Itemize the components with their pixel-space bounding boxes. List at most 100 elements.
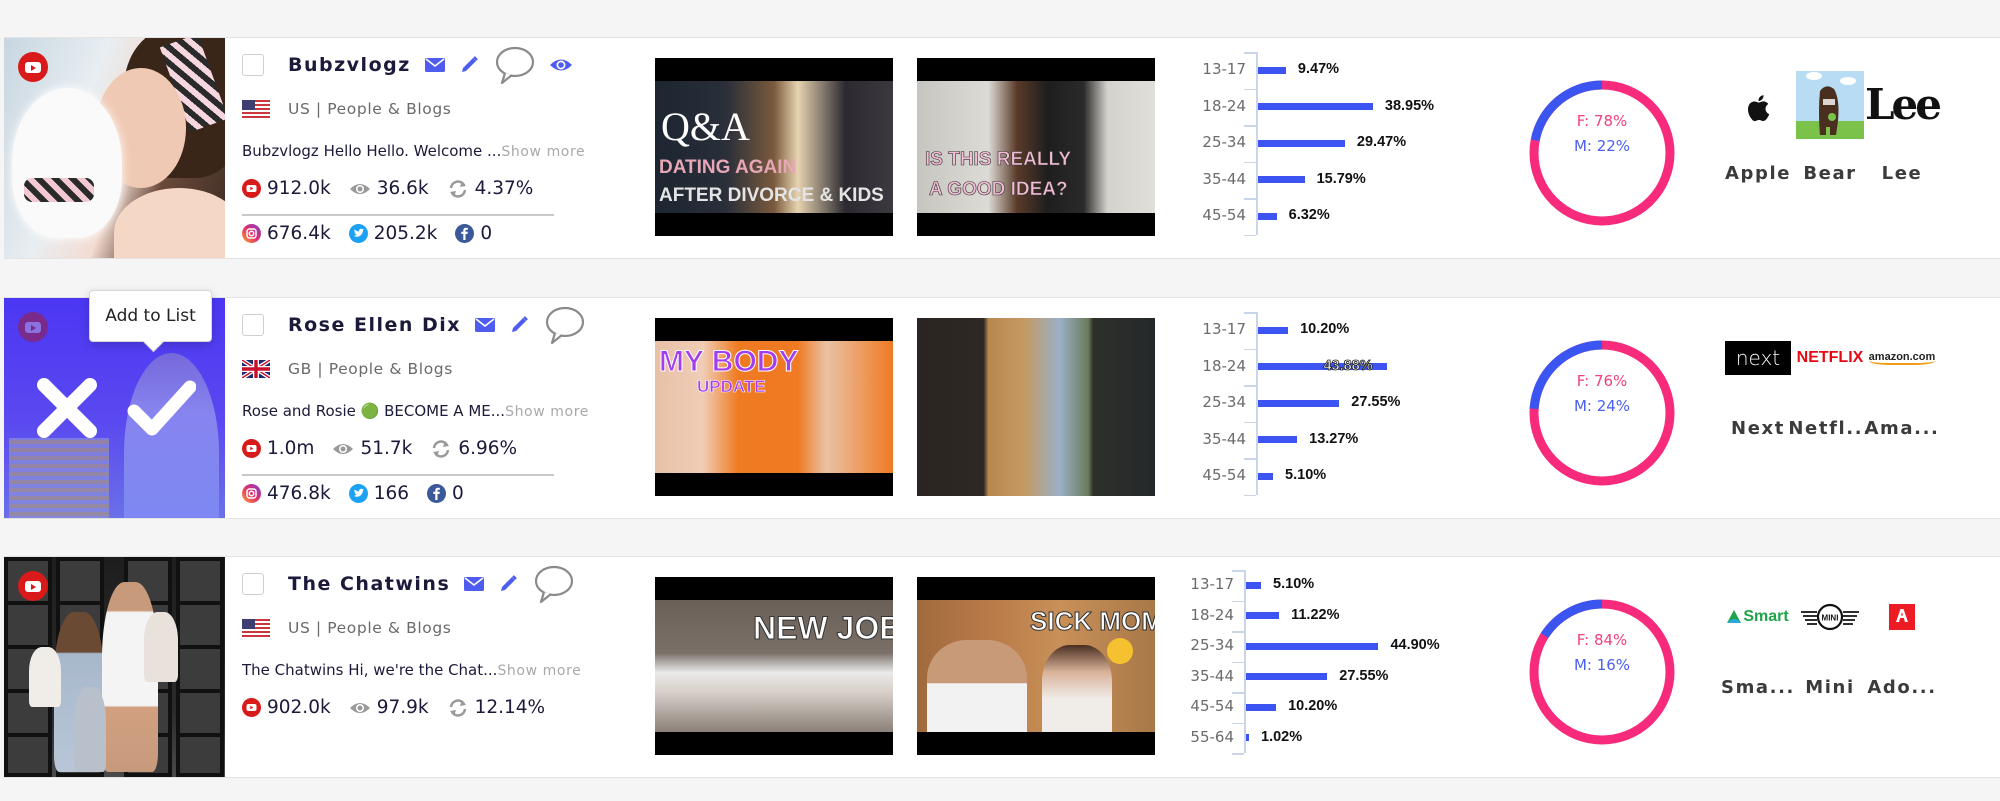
age-value-label: 1.02% [1261, 728, 1303, 745]
select-checkbox[interactable] [242, 573, 264, 595]
female-percent: F: 84% [1576, 631, 1628, 649]
adobe-logo [1866, 582, 1938, 652]
comment-icon[interactable] [532, 564, 574, 604]
views-stat: 97.9k [349, 697, 429, 718]
engagement-stat: 4.37% [447, 178, 533, 199]
check-icon[interactable] [126, 373, 196, 443]
age-label: 18-24 [1190, 605, 1234, 624]
age-bar [1246, 581, 1262, 589]
video-thumbnail-image: IS THIS REALLY A GOOD IDEA? [917, 81, 1155, 213]
age-label: 18-24 [1202, 356, 1246, 375]
show-more-link[interactable]: Show more [497, 663, 581, 679]
chart-tick [1232, 600, 1244, 602]
chart-tick [1244, 161, 1256, 163]
age-label: 25-34 [1190, 636, 1234, 655]
chart-tick [1232, 722, 1244, 724]
engagement-stat: 6.96% [430, 438, 517, 459]
video-thumbnail[interactable]: IS THIS REALLY A GOOD IDEA? [917, 58, 1155, 236]
eye-icon[interactable] [549, 57, 573, 73]
select-checkbox[interactable] [242, 314, 264, 336]
divider [242, 474, 554, 476]
pencil-icon[interactable] [498, 574, 518, 594]
age-value-label: 38.95% [1384, 97, 1435, 114]
envelope-icon[interactable] [464, 577, 485, 591]
age-bar [1258, 212, 1277, 220]
chart-tick [1232, 570, 1244, 572]
show-more-link[interactable]: Show more [505, 404, 589, 420]
description-text: The Chatwins Hi, we're the Chat... [242, 661, 498, 679]
description: The Chatwins Hi, we're the Chat...Show m… [242, 661, 581, 679]
influencer-name[interactable]: Rose Ellen Dix [288, 314, 461, 336]
avatar-image-child [74, 687, 106, 772]
avatar-image-child [144, 612, 178, 682]
video-thumbnail[interactable] [917, 318, 1155, 496]
age-bar [1246, 673, 1328, 681]
twitter-value: 205.2k [373, 223, 438, 244]
video-thumbnail[interactable]: SICK MOM [917, 577, 1155, 755]
video-thumbnail-person [927, 640, 1027, 732]
envelope-icon[interactable] [424, 58, 445, 72]
smart-logo-text: Smart [1743, 608, 1789, 625]
age-label: 35-44 [1190, 666, 1234, 685]
chart-tick [1232, 661, 1244, 663]
facebook-icon [455, 224, 475, 243]
facebook-stat: 0 [427, 483, 464, 504]
video-thumbnail-image: SICK MOM [917, 600, 1155, 732]
views-value: 36.6k [376, 178, 429, 199]
avatar[interactable] [4, 38, 225, 258]
subscribers-value: 912.0k [267, 178, 331, 199]
facebook-value: 0 [452, 483, 464, 504]
facebook-stat: 0 [455, 223, 492, 244]
video-thumbnail-image: MY BODY UPDATE [655, 341, 893, 473]
subscribers-stat: 902.0k [242, 697, 331, 718]
influencer-row: Bubzvlogz US | People & Blogs Bubzvlogz … [4, 37, 2000, 259]
avatar[interactable] [4, 557, 225, 777]
age-label: 13-17 [1202, 60, 1246, 79]
pencil-icon[interactable] [459, 55, 479, 75]
comment-icon[interactable] [493, 45, 535, 85]
sick-emoji-icon [1107, 638, 1133, 664]
instagram-stat: 476.8k [242, 483, 331, 504]
age-label: 55-64 [1190, 727, 1234, 746]
brand-list: Smart Sma... MINI Mini Ado... [1721, 557, 1952, 777]
brand-name: Ama... [1864, 418, 1940, 439]
select-checkbox[interactable] [242, 54, 264, 76]
envelope-icon[interactable] [475, 318, 496, 332]
age-label: 13-17 [1202, 320, 1246, 339]
amazon-logo-text: amazon.com [1868, 351, 1936, 365]
subscribers-value: 1.0m [267, 438, 315, 459]
show-more-link[interactable]: Show more [501, 144, 585, 160]
age-value-label: 44.90% [1390, 637, 1440, 654]
comment-icon[interactable] [543, 305, 585, 345]
age-label: 45-54 [1202, 466, 1246, 485]
age-value-label: 10.20% [1288, 698, 1338, 715]
pencil-icon[interactable] [509, 315, 529, 335]
us-flag-icon [242, 619, 270, 637]
facebook-value: 0 [480, 223, 493, 244]
chart-tick [1244, 458, 1256, 460]
video-caption: Q&A [661, 104, 750, 149]
video-caption: IS THIS REALLY [925, 149, 1072, 171]
influencer-list: Bubzvlogz US | People & Blogs Bubzvlogz … [0, 0, 2000, 801]
chart-tick [1244, 234, 1256, 236]
next-logo-text: next [1725, 341, 1791, 375]
age-bar [1246, 612, 1280, 620]
youtube-icon [18, 312, 48, 342]
video-thumbnail[interactable]: MY BODY UPDATE [655, 318, 893, 496]
age-bar [1258, 139, 1345, 147]
reject-icon[interactable] [32, 373, 102, 443]
avatar-image-child [29, 647, 61, 707]
youtube-icon [242, 179, 261, 198]
video-thumbnail[interactable]: NEW JOB [655, 577, 893, 755]
engagement-value: 6.96% [458, 438, 518, 459]
age-label: 35-44 [1202, 429, 1246, 448]
mini-logo: MINI [1794, 582, 1866, 652]
video-thumbnail[interactable]: Q&A DATING AGAIN AFTER DIVORCE & KIDS [655, 58, 893, 236]
age-bar [1246, 642, 1379, 650]
influencer-name[interactable]: The Chatwins [288, 573, 450, 595]
influencer-row: The Chatwins US | People & Blogs The Cha [4, 556, 2000, 778]
video-caption: NEW JOB [752, 610, 893, 647]
influencer-name[interactable]: Bubzvlogz [288, 54, 411, 76]
youtube-icon [242, 439, 261, 458]
age-bar [1258, 399, 1340, 407]
